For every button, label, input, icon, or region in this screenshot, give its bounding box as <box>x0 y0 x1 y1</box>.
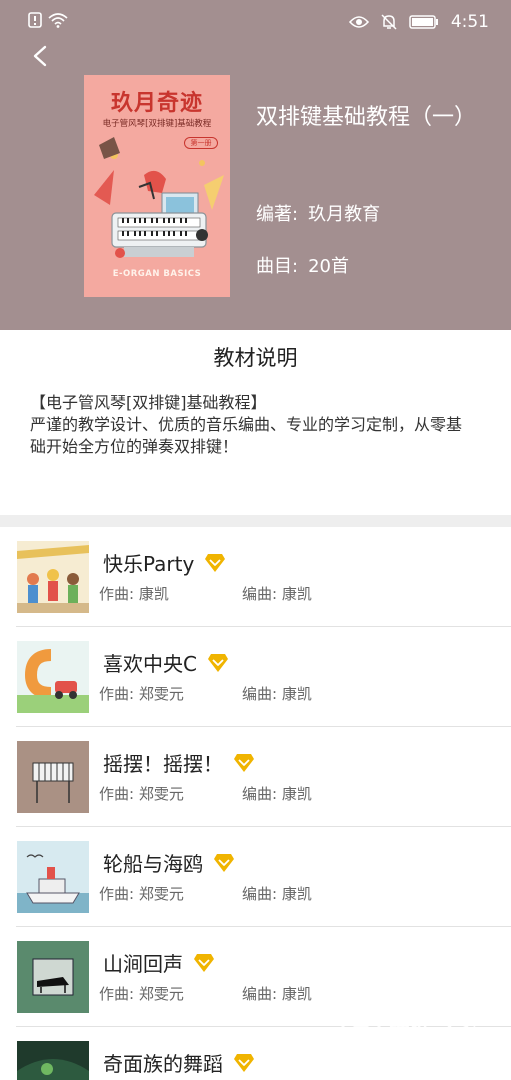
back-button[interactable] <box>26 40 56 74</box>
author-label: 编著: <box>256 204 299 225</box>
song-list: 快乐Party 作曲: 康凯 编曲: 康凯 喜欢中央C 作曲: 郑雯元 编曲: … <box>0 527 511 1080</box>
song-thumbnail <box>17 641 89 713</box>
vip-diamond-icon <box>207 653 228 672</box>
vip-diamond-icon <box>194 953 214 972</box>
vip-diamond-icon <box>214 853 234 872</box>
battery-icon <box>409 15 438 29</box>
song-credits: 作曲: 郑雯元 编曲: 康凯 <box>99 683 312 704</box>
song-thumbnail <box>17 741 89 813</box>
song-credits: 作曲: 郑雯元 编曲: 康凯 <box>99 883 312 904</box>
song-title-text: 山涧回声 <box>103 952 183 976</box>
vip-diamond-icon <box>205 553 226 572</box>
song-credits: 作曲: 郑雯元 编曲: 康凯 <box>99 783 312 804</box>
author-value: 玖月教育 <box>308 204 381 225</box>
status-bar: 4:51 <box>0 0 511 42</box>
song-title: 轮船与海鸥 <box>103 848 235 877</box>
status-time: 4:51 <box>450 12 489 32</box>
song-title: 山涧回声 <box>103 948 215 977</box>
alert-icon <box>28 12 42 28</box>
arranger-value: 康凯 <box>281 985 312 1003</box>
composer-label: 作曲: <box>99 985 135 1003</box>
song-credits: 作曲: 郑雯元 编曲: 康凯 <box>99 983 312 1004</box>
song-row[interactable]: 摇摆！摇摆！ 作曲: 郑雯元 编曲: 康凯 <box>0 727 511 827</box>
song-title-text: 奇面族的舞蹈 <box>103 1052 223 1076</box>
song-title: 快乐Party <box>103 548 226 577</box>
organ-illustration <box>94 137 224 258</box>
song-thumbnail <box>17 941 89 1013</box>
song-title-text: 摇摆！摇摆！ <box>103 752 223 776</box>
arranger-value: 康凯 <box>281 785 312 803</box>
eye-icon <box>348 16 369 28</box>
count-value: 20首 <box>308 256 349 277</box>
arranger-value: 康凯 <box>281 585 312 603</box>
arranger-label: 编曲: <box>242 785 278 803</box>
song-title: 喜欢中央C <box>103 648 229 677</box>
song-thumbnail <box>17 541 89 613</box>
watermark: 硬件之家 YING JIAN ZHI JIA.COM <box>340 1010 500 1058</box>
wifi-icon <box>48 13 68 28</box>
cover-footer: E-ORGAN BASICS <box>112 269 202 279</box>
arranger-label: 编曲: <box>242 585 278 603</box>
composer-value: 郑雯元 <box>138 985 184 1003</box>
composer-label: 作曲: <box>99 785 135 803</box>
vip-diamond-icon <box>234 1053 254 1072</box>
chevron-left-icon <box>33 45 47 67</box>
mute-bell-icon <box>381 14 397 30</box>
description-body: 【电子管风琴[双排键]基础教程】 严谨的教学设计、优质的音乐编曲、专业的学习定制… <box>30 393 463 456</box>
watermark-subtext: YING JIAN ZHI JIA.COM <box>388 1041 493 1051</box>
book-title: 双排键基础教程（一） <box>256 105 477 130</box>
song-thumbnail <box>17 1041 89 1080</box>
description-heading: 教材说明 <box>213 346 298 370</box>
song-credits: 作曲: 康凯 编曲: 康凯 <box>99 583 312 604</box>
description-text: 【电子管风琴[双排键]基础教程】 严谨的教学设计、优质的音乐编曲、专业的学习定制… <box>30 392 470 458</box>
book-cover: 玖月奇迹 电子管风琴[双排键]基础教程 第一册 E-ORGAN BASICS <box>84 75 230 297</box>
count-label: 曲目: <box>256 256 299 277</box>
composer-value: 郑雯元 <box>138 885 184 903</box>
watermark-text: 硬件之家 <box>388 1018 481 1043</box>
composer-label: 作曲: <box>99 585 135 603</box>
song-row[interactable]: 轮船与海鸥 作曲: 郑雯元 编曲: 康凯 <box>0 827 511 927</box>
section-divider <box>0 515 511 527</box>
arranger-value: 康凯 <box>281 885 312 903</box>
composer-value: 郑雯元 <box>138 785 184 803</box>
book-header: 4:51 玖月奇迹 电子管风琴[双排键]基础教程 第一册 E-ORGAN BAS… <box>0 0 511 330</box>
book-author: 编著: 玖月教育 <box>256 200 380 226</box>
book-track-count: 曲目: 20首 <box>256 252 349 278</box>
arranger-label: 编曲: <box>242 685 278 703</box>
composer-label: 作曲: <box>99 885 135 903</box>
song-title-text: 喜欢中央C <box>103 652 197 676</box>
vip-diamond-icon <box>234 753 254 772</box>
watermark-logo-icon <box>341 1010 381 1056</box>
composer-value: 郑雯元 <box>138 685 184 703</box>
song-title: 奇面族的舞蹈 <box>103 1048 255 1077</box>
arranger-value: 康凯 <box>281 685 312 703</box>
arranger-label: 编曲: <box>242 985 278 1003</box>
arranger-label: 编曲: <box>242 885 278 903</box>
composer-value: 康凯 <box>138 585 169 603</box>
song-title: 摇摆！摇摆！ <box>103 748 255 777</box>
song-row[interactable]: 喜欢中央C 作曲: 郑雯元 编曲: 康凯 <box>0 627 511 727</box>
song-row[interactable]: 快乐Party 作曲: 康凯 编曲: 康凯 <box>0 527 511 627</box>
song-thumbnail <box>17 841 89 913</box>
composer-label: 作曲: <box>99 685 135 703</box>
song-title-text: 快乐Party <box>103 552 195 576</box>
song-title-text: 轮船与海鸥 <box>103 852 203 876</box>
